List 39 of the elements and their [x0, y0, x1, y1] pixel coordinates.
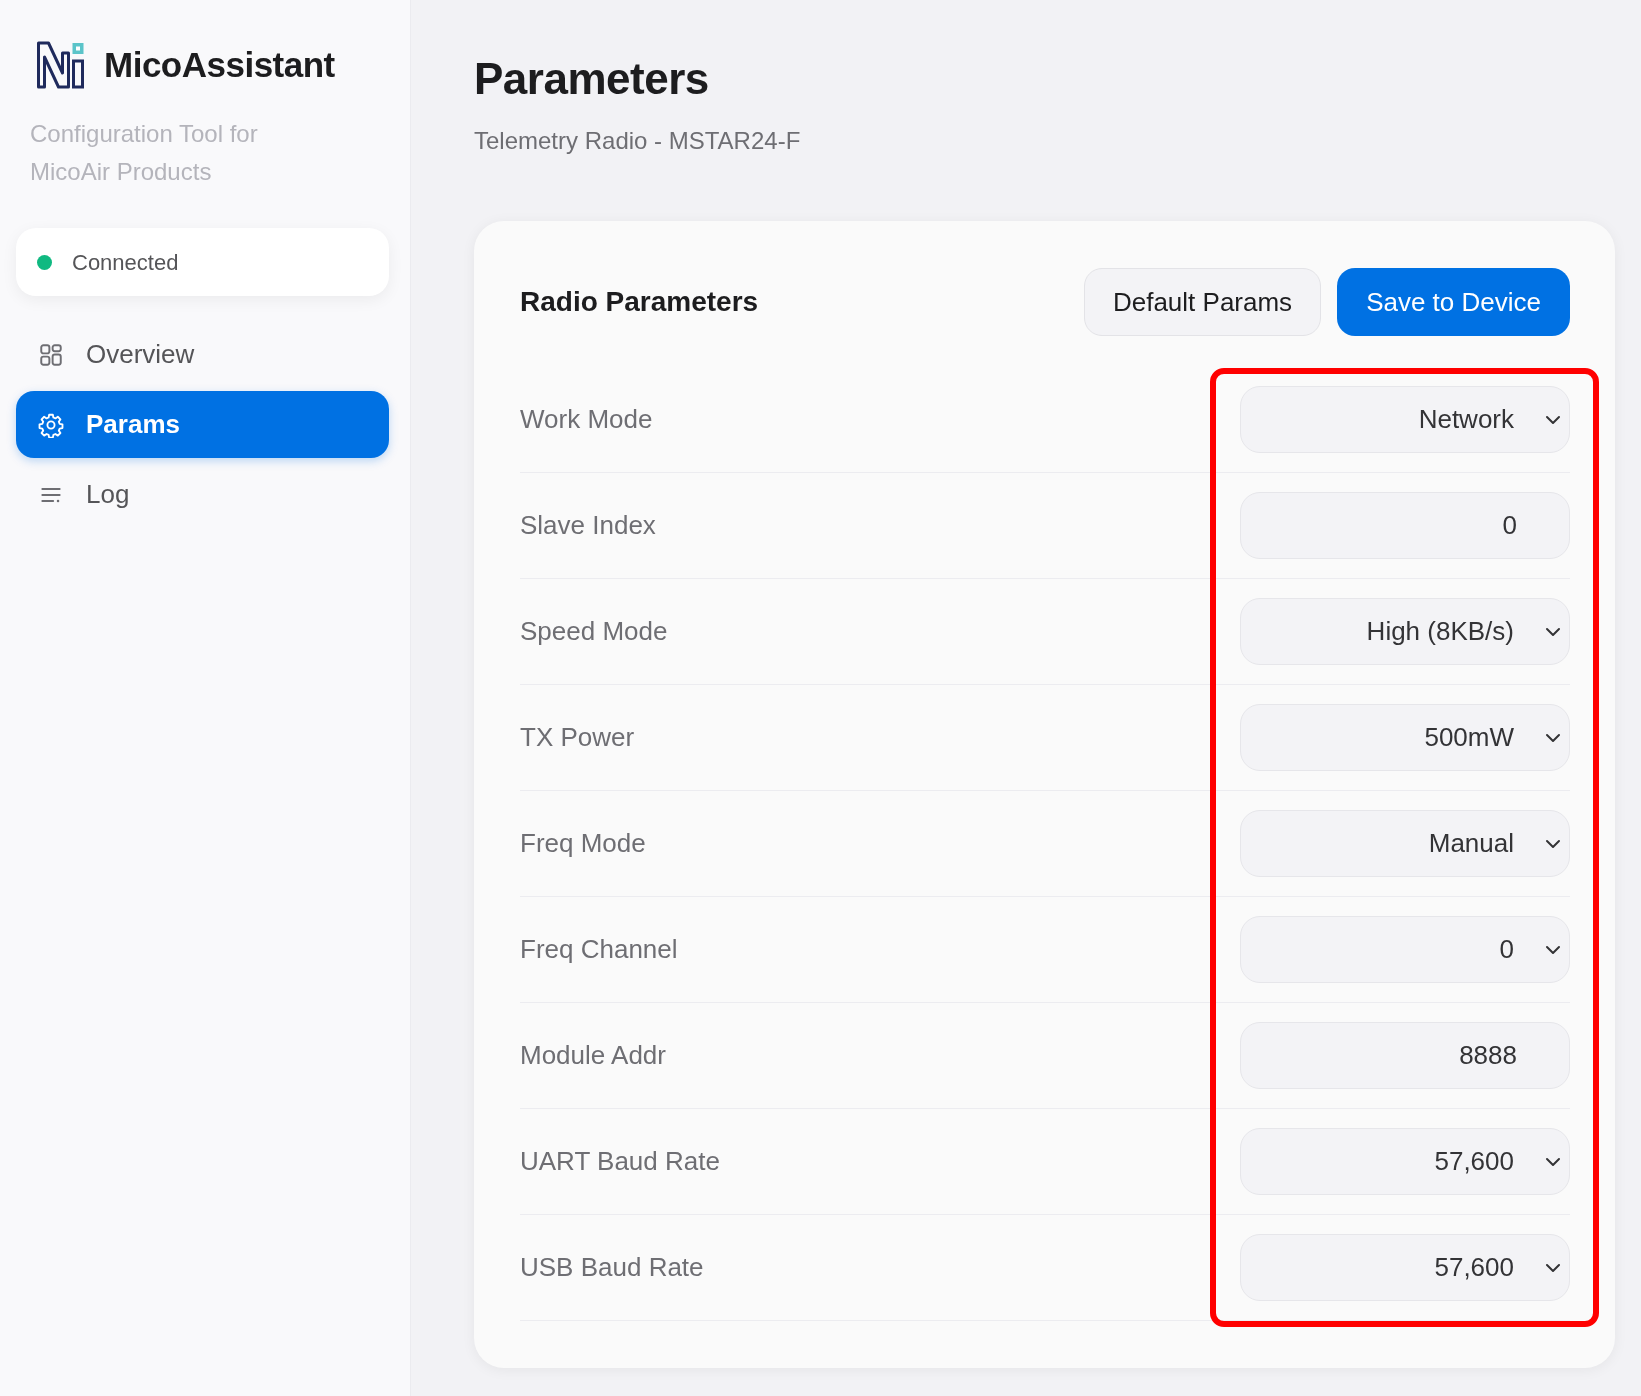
- dropdown[interactable]: 0: [1240, 916, 1570, 983]
- connection-label: Connected: [72, 248, 179, 277]
- logo-icon: [36, 41, 86, 89]
- field-label: USB Baud Rate: [520, 1251, 704, 1284]
- chevron-icon: [1545, 838, 1561, 849]
- dropdown[interactable]: 500mW: [1240, 704, 1570, 771]
- field-label: Freq Channel: [520, 933, 678, 966]
- chevron-icon: [1545, 732, 1561, 743]
- dropdown[interactable]: 57,600: [1240, 1234, 1570, 1301]
- dropdown[interactable]: Network: [1240, 386, 1570, 453]
- save-button[interactable]: Save to Device: [1337, 268, 1570, 336]
- chevron-icon: [1545, 1156, 1561, 1167]
- app-tagline: Configuration Tool for MicoAir Products: [30, 119, 259, 187]
- chevron-icon: [1545, 944, 1561, 955]
- card-title: Radio Parameters: [520, 285, 759, 319]
- input-field[interactable]: 0: [1240, 492, 1570, 559]
- sidebar-item[interactable]: Log: [16, 461, 389, 528]
- sidebar-item[interactable]: Overview: [16, 321, 389, 388]
- field-label: Freq Mode: [520, 827, 646, 860]
- app-title: MicoAssistant: [104, 43, 335, 86]
- sidebar-item[interactable]: Params: [16, 391, 389, 458]
- field-label: TX Power: [520, 721, 635, 754]
- chevron-icon: [1545, 626, 1561, 637]
- field-label: Slave Index: [520, 509, 656, 542]
- page-subtitle: Telemetry Radio - MSTAR24-F: [474, 126, 802, 156]
- field-label: UART Baud Rate: [520, 1145, 720, 1178]
- chevron-icon: [1545, 414, 1561, 425]
- dropdown[interactable]: Manual: [1240, 810, 1570, 877]
- input-field[interactable]: 8888: [1240, 1022, 1570, 1089]
- settings-icon: [38, 411, 64, 438]
- field-label: Module Addr: [520, 1039, 666, 1072]
- dropdown[interactable]: 57,600: [1240, 1128, 1570, 1195]
- chevron-icon: [1545, 1262, 1561, 1273]
- dropdown[interactable]: High (8KB/s): [1240, 598, 1570, 665]
- page-title: Parameters: [474, 53, 710, 105]
- default-params-button[interactable]: Default Params: [1083, 268, 1322, 336]
- grid-icon: [38, 341, 64, 368]
- field-label: Speed Mode: [520, 615, 668, 648]
- field-label: Work Mode: [520, 403, 653, 436]
